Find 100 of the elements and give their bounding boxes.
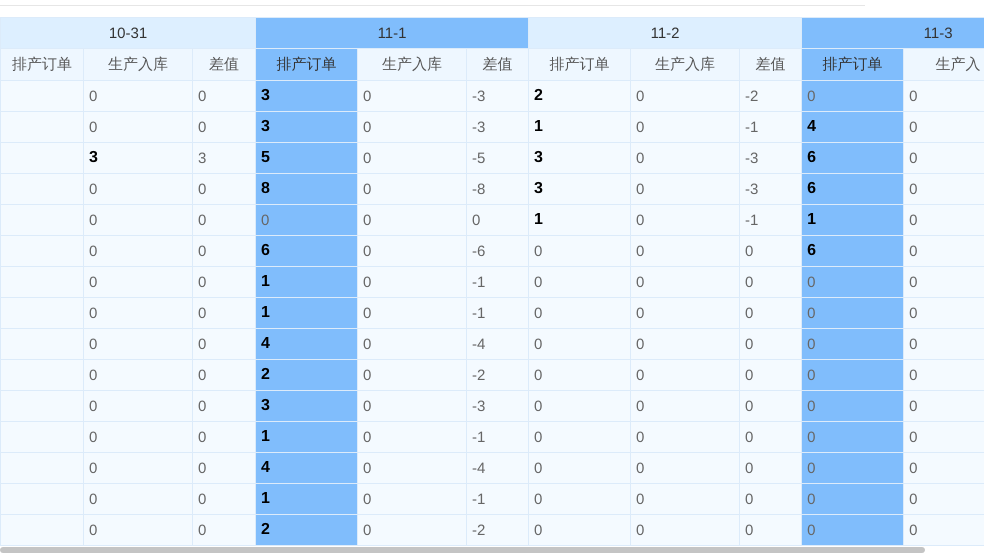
table-cell: -4 <box>466 328 529 360</box>
table-cell: 0 <box>630 452 740 484</box>
table-cell: 1 <box>528 204 631 236</box>
table-cell: 0 <box>802 390 904 422</box>
table-cell: -1 <box>466 484 529 514</box>
table-cell: 4 <box>256 452 358 484</box>
table-cell: 3 <box>256 112 358 142</box>
column-header: 生产入库 <box>630 48 740 80</box>
table-cell: 3 <box>528 142 631 174</box>
table-cell: 3 <box>256 80 358 112</box>
column-header: 生产入库 <box>84 48 192 80</box>
table-cell: 0 <box>84 80 192 112</box>
table-cell: -2 <box>466 360 529 390</box>
table-cell: 0 <box>358 112 467 142</box>
table-cell: 0 <box>84 266 192 298</box>
column-header: 差值 <box>740 48 802 80</box>
table-cell: 0 <box>84 452 192 484</box>
table-cell: -3 <box>466 390 529 422</box>
table-cell: 0 <box>358 452 467 484</box>
table-cell: 0 <box>528 484 631 514</box>
table-cell: 0 <box>358 298 467 328</box>
table-cell: 1 <box>256 484 358 514</box>
table-cell: -1 <box>466 422 529 452</box>
table-cell: 2 <box>256 514 358 546</box>
table-cell: 1 <box>256 266 358 298</box>
table-cell: 1 <box>256 422 358 452</box>
table-cell: 0 <box>528 266 631 298</box>
table-cell: 0 <box>358 142 467 174</box>
table-cell: 0 <box>528 452 631 484</box>
table-cell: 0 <box>358 236 467 266</box>
column-header: 生产入 <box>904 48 984 80</box>
table-cell: 0 <box>630 174 740 204</box>
table-cell: 0 <box>528 390 631 422</box>
table-cell: -2 <box>466 514 529 546</box>
table-cell: 0 <box>358 266 467 298</box>
table-cell: 2 <box>528 80 631 112</box>
table-cell: 8 <box>256 174 358 204</box>
table-cell: 1 <box>256 298 358 328</box>
table-cell: 0 <box>528 328 631 360</box>
table-cell: 0 <box>528 236 631 266</box>
table-cell: 3 <box>528 174 631 204</box>
table-cell: 0 <box>630 112 740 142</box>
table-cell: 0 <box>802 80 904 112</box>
table-cell: 0 <box>84 204 192 236</box>
table-cell: 0 <box>256 204 358 236</box>
table-cell: 0 <box>630 142 740 174</box>
table-cell: 0 <box>630 360 740 390</box>
table-cell: 0 <box>630 298 740 328</box>
date-header: 11-1 <box>256 18 529 48</box>
table-cell: 2 <box>256 360 358 390</box>
table-cell: 0 <box>630 390 740 422</box>
date-header: 10-31 <box>0 18 256 48</box>
table-cell: 0 <box>528 422 631 452</box>
table-cell: 0 <box>630 422 740 452</box>
column-header: 排产订单 <box>528 48 631 80</box>
table-cell: 0 <box>630 204 740 236</box>
table-cell: -3 <box>466 80 529 112</box>
table-cell: 0 <box>802 328 904 360</box>
table-cell: 0 <box>84 328 192 360</box>
table-cell: 0 <box>802 452 904 484</box>
table-cell: 0 <box>84 514 192 546</box>
table-cell: 0 <box>802 422 904 452</box>
table-cell: 0 <box>358 174 467 204</box>
table-cell: 0 <box>358 204 467 236</box>
table-cell: -3 <box>466 112 529 142</box>
table-cell: 0 <box>802 298 904 328</box>
table-cell: 0 <box>630 484 740 514</box>
table-cell: 6 <box>802 236 904 266</box>
table-cell: -1 <box>466 298 529 328</box>
table-cell: 0 <box>528 298 631 328</box>
table-cell: 0 <box>84 422 192 452</box>
table-cell: 0 <box>84 390 192 422</box>
table-cell: 0 <box>630 236 740 266</box>
table-cell: 0 <box>84 298 192 328</box>
table-cell: 0 <box>630 514 740 546</box>
table-cell: -4 <box>466 452 529 484</box>
table-cell: 0 <box>84 174 192 204</box>
table-cell: -5 <box>466 142 529 174</box>
table-cell: 0 <box>358 484 467 514</box>
table-cell: 6 <box>256 236 358 266</box>
column-header: 排产订单 <box>256 48 358 80</box>
column-header: 差值 <box>192 48 256 80</box>
table-cell: 0 <box>528 514 631 546</box>
table-cell: -6 <box>466 236 529 266</box>
date-header: 11-3 <box>802 18 984 48</box>
table-cell: 0 <box>358 360 467 390</box>
table-cell: -8 <box>466 174 529 204</box>
table-cell: 6 <box>802 174 904 204</box>
table-cell: 4 <box>256 328 358 360</box>
table-cell: 0 <box>84 112 192 142</box>
table-cell: 0 <box>84 236 192 266</box>
table-cell: 0 <box>630 328 740 360</box>
table-cell: 4 <box>802 112 904 142</box>
table-cell: 0 <box>630 80 740 112</box>
table-cell: 0 <box>358 328 467 360</box>
column-header: 排产订单 <box>0 48 84 80</box>
table-cell: 0 <box>358 80 467 112</box>
table-cell: 0 <box>630 266 740 298</box>
horizontal-scrollbar[interactable] <box>0 547 925 553</box>
table-cell: 1 <box>528 112 631 142</box>
